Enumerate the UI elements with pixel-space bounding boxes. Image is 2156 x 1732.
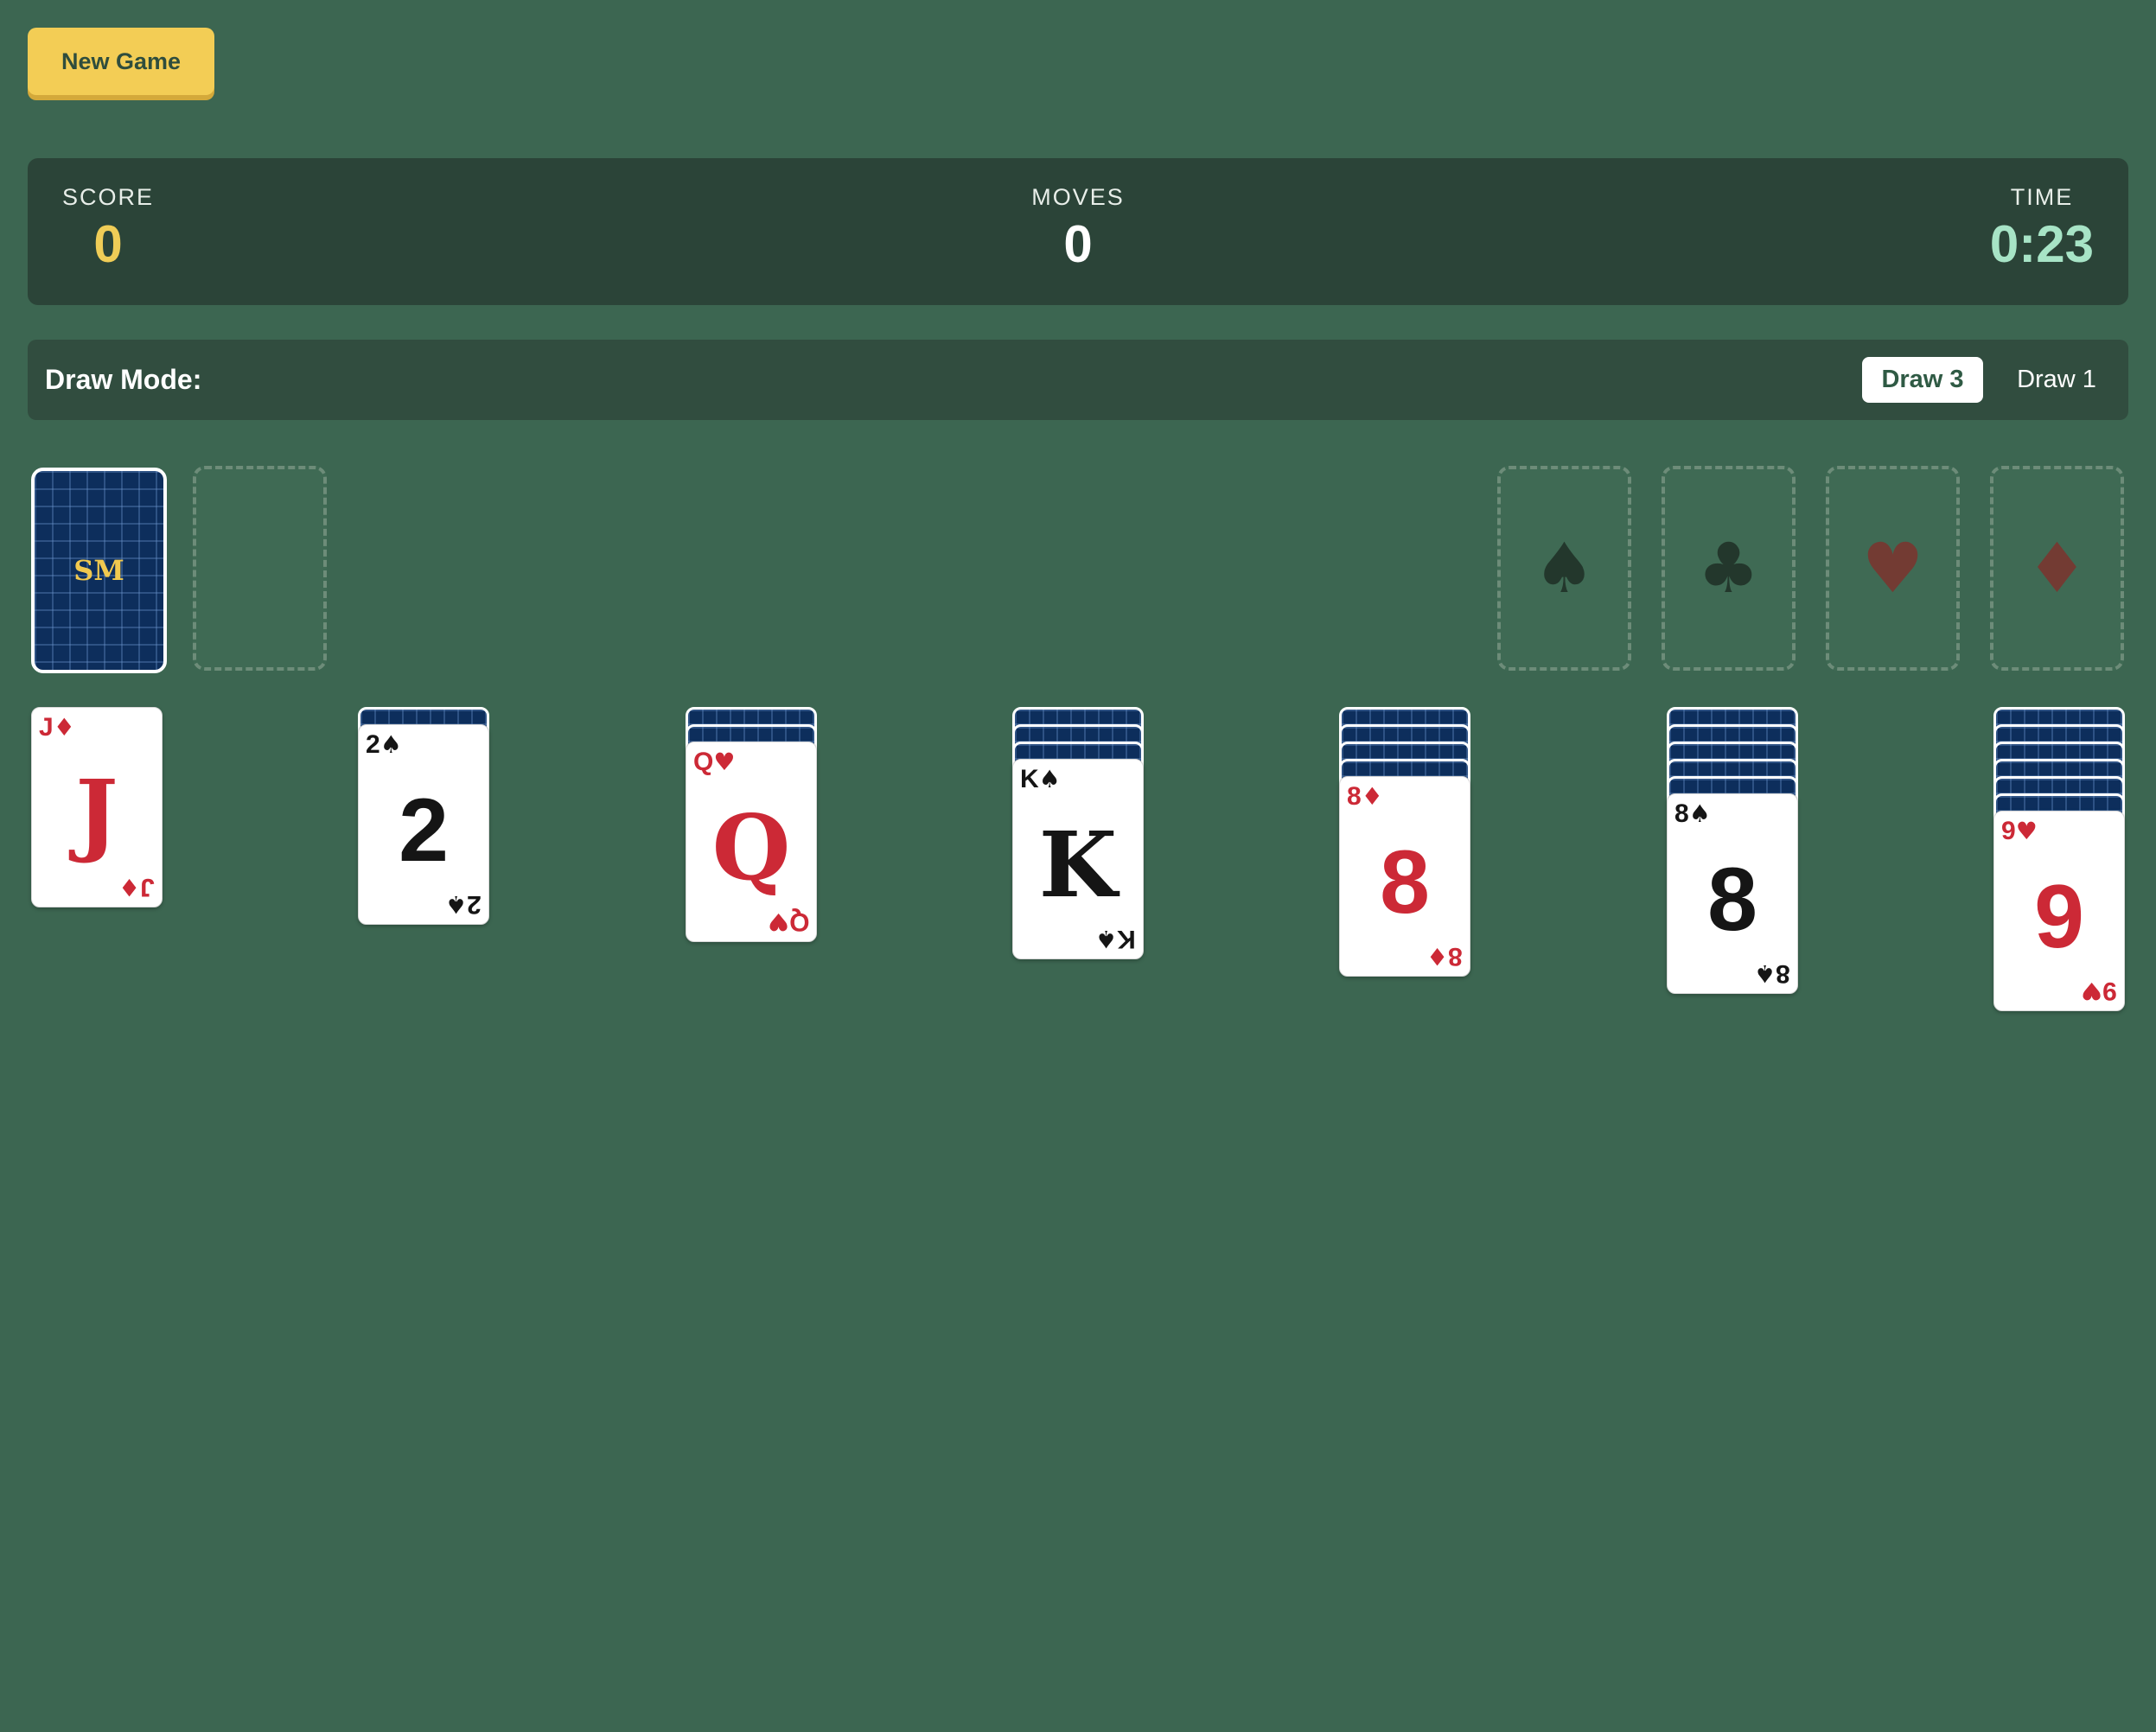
- card-corner-bottom: 2♠: [445, 890, 482, 919]
- diamond-icon: ♦: [2025, 528, 2089, 608]
- card-center-rank: 9: [2034, 867, 2084, 967]
- face-up-card[interactable]: K♠ K K♠: [1012, 759, 1144, 959]
- card-rank: K: [1020, 765, 1039, 793]
- card-corner-top: Q♥: [693, 749, 735, 775]
- face-up-card[interactable]: 2♠ 2 2♠: [358, 724, 489, 925]
- card-corner-bottom: Q♥: [767, 907, 809, 936]
- card-rank: 8: [1347, 782, 1362, 811]
- card-corner-top: K♠: [1020, 767, 1061, 793]
- spade-icon: ♠: [380, 730, 402, 759]
- foundation-clubs[interactable]: ♣: [1662, 466, 1796, 671]
- card-corner-bottom: 8♠: [1754, 959, 1790, 988]
- spade-icon: ♠: [1754, 959, 1776, 988]
- card-center-rank: J: [75, 760, 118, 866]
- card-rank: Q: [788, 907, 809, 936]
- card-rank: 9: [2102, 977, 2117, 1005]
- draw-mode-bar: Draw Mode: Draw 3 Draw 1: [28, 340, 2128, 420]
- card-center-rank: Q: [711, 794, 791, 901]
- card-rank: K: [1117, 925, 1136, 953]
- time-label: TIME: [2010, 184, 2074, 210]
- card-center-rank: K: [1038, 812, 1118, 918]
- face-up-card[interactable]: 9♥ 9 9♥: [1993, 811, 2125, 1011]
- heart-icon: ♥: [713, 748, 736, 776]
- spade-icon: ♠: [1533, 528, 1596, 608]
- stats-panel: SCORE 0 MOVES 0 TIME 0:23: [28, 158, 2128, 305]
- draw-mode-label: Draw Mode:: [45, 364, 202, 395]
- spade-icon: ♠: [1038, 765, 1061, 793]
- diamond-icon: ♦: [1361, 782, 1383, 811]
- card-corner-top: 9♥: [2001, 818, 2038, 844]
- card-corner-bottom: 9♥: [2081, 977, 2117, 1005]
- moves-stat: MOVES 0: [28, 184, 2128, 274]
- spade-icon: ♠: [1095, 925, 1118, 953]
- card-rank: J: [140, 873, 155, 901]
- card-rank: Q: [693, 748, 714, 776]
- time-value: 0:23: [1989, 215, 2094, 273]
- time-stat: TIME 0:23: [1990, 184, 2094, 274]
- card-rank: 2: [467, 890, 482, 919]
- card-back-logo: SM: [73, 554, 124, 587]
- waste-pile[interactable]: [193, 466, 327, 671]
- card-center-rank: 8: [1707, 850, 1757, 950]
- card-center-rank: 8: [1380, 832, 1430, 933]
- card-rank: 8: [1776, 959, 1790, 988]
- draw-3-button[interactable]: Draw 3: [1862, 357, 1983, 403]
- card-rank: 9: [2001, 817, 2016, 845]
- diamond-icon: ♦: [118, 873, 141, 901]
- foundation-hearts[interactable]: ♥: [1826, 466, 1960, 671]
- moves-value: 0: [1063, 215, 1093, 273]
- draw-1-button[interactable]: Draw 1: [2000, 357, 2113, 403]
- moves-label: MOVES: [1031, 184, 1125, 210]
- card-corner-top: 8♠: [1674, 801, 1711, 827]
- heart-icon: ♥: [2081, 977, 2103, 1005]
- card-corner-bottom: K♠: [1095, 925, 1136, 953]
- face-up-card[interactable]: J♦ J J♦: [31, 707, 163, 907]
- heart-icon: ♥: [2015, 817, 2038, 845]
- face-up-card[interactable]: 8♦ 8 8♦: [1339, 776, 1470, 977]
- diamond-icon: ♦: [53, 713, 75, 742]
- card-corner-top: 8♦: [1347, 784, 1383, 810]
- card-corner-top: J♦: [39, 715, 75, 741]
- heart-icon: ♥: [767, 907, 789, 936]
- foundation-diamonds[interactable]: ♦: [1990, 466, 2124, 671]
- stock-pile[interactable]: SM: [31, 468, 167, 673]
- club-icon: ♣: [1697, 528, 1760, 608]
- face-up-card[interactable]: 8♠ 8 8♠: [1667, 793, 1798, 994]
- face-up-card[interactable]: Q♥ Q Q♥: [686, 742, 817, 942]
- spade-icon: ♠: [445, 890, 468, 919]
- card-rank: 2: [366, 730, 380, 759]
- card-corner-bottom: J♦: [118, 873, 155, 901]
- card-center-rank: 2: [399, 780, 449, 881]
- card-rank: 8: [1448, 942, 1463, 971]
- foundation-spades[interactable]: ♠: [1497, 466, 1631, 671]
- card-corner-top: 2♠: [366, 732, 402, 758]
- diamond-icon: ♦: [1426, 942, 1449, 971]
- card-rank: J: [39, 713, 54, 742]
- spade-icon: ♠: [1688, 799, 1711, 828]
- card-corner-bottom: 8♦: [1426, 942, 1463, 971]
- new-game-button[interactable]: New Game: [28, 28, 214, 95]
- card-rank: 8: [1674, 799, 1689, 828]
- heart-icon: ♥: [1861, 528, 1924, 608]
